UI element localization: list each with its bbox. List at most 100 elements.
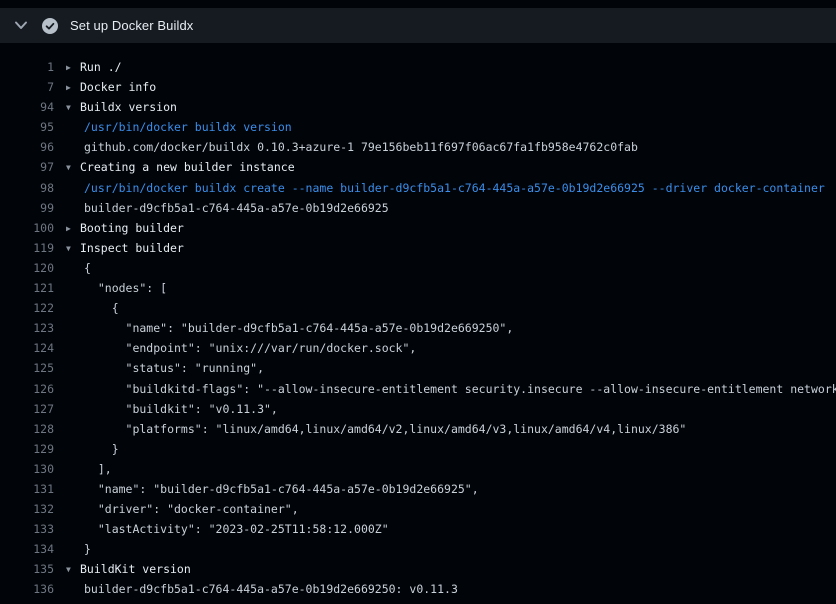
output-text: "driver": "docker-container",	[54, 499, 299, 519]
log-line: 130 ],	[0, 459, 836, 479]
line-number[interactable]: 100	[0, 218, 54, 238]
output-text: "buildkitd-flags": "--allow-insecure-ent…	[54, 379, 836, 399]
line-number[interactable]: 135	[0, 559, 54, 579]
log-line: 134 }	[0, 539, 836, 559]
line-number[interactable]: 131	[0, 479, 54, 499]
log-line: 135 ▼BuildKit version	[0, 559, 836, 579]
line-number[interactable]: 127	[0, 399, 54, 419]
log-line: 100 ▶Booting builder	[0, 218, 836, 238]
line-number[interactable]: 7	[0, 77, 54, 97]
output-text: {	[54, 298, 119, 318]
line-number[interactable]: 96	[0, 137, 54, 157]
expand-arrow-icon[interactable]: ▶	[66, 219, 80, 238]
step-title: Set up Docker Buildx	[70, 18, 193, 33]
line-number[interactable]: 133	[0, 519, 54, 539]
log-line-content[interactable]: ▶Run ./	[54, 57, 122, 77]
step-header[interactable]: Set up Docker Buildx	[0, 8, 836, 43]
group-label[interactable]: Docker info	[80, 80, 156, 94]
log-line: 121 "nodes": [	[0, 278, 836, 298]
group-label[interactable]: BuildKit version	[80, 562, 191, 576]
log-line: 97 ▼Creating a new builder instance	[0, 157, 836, 177]
line-number[interactable]: 1	[0, 57, 54, 77]
output-text: builder-d9cfb5a1-c764-445a-a57e-0b19d2e6…	[54, 198, 389, 218]
line-number[interactable]: 134	[0, 539, 54, 559]
output-text: {	[54, 258, 91, 278]
group-label[interactable]: Booting builder	[80, 221, 184, 235]
log-line: 125 "status": "running",	[0, 358, 836, 378]
log-line: 131 "name": "builder-d9cfb5a1-c764-445a-…	[0, 479, 836, 499]
log-line-content[interactable]: ▶Docker info	[54, 77, 156, 97]
command-text: /usr/bin/docker buildx create --name bui…	[54, 178, 825, 198]
line-number[interactable]: 126	[0, 379, 54, 399]
collapse-arrow-icon[interactable]: ▼	[66, 158, 80, 177]
line-number[interactable]: 124	[0, 338, 54, 358]
output-text: "endpoint": "unix:///var/run/docker.sock…	[54, 338, 416, 358]
log-line: 124 "endpoint": "unix:///var/run/docker.…	[0, 338, 836, 358]
line-number[interactable]: 128	[0, 419, 54, 439]
group-label[interactable]: Buildx version	[80, 100, 177, 114]
log-line: 126 "buildkitd-flags": "--allow-insecure…	[0, 379, 836, 399]
log-line: 99 builder-d9cfb5a1-c764-445a-a57e-0b19d…	[0, 198, 836, 218]
log-line: 95 /usr/bin/docker buildx version	[0, 117, 836, 137]
command-text: /usr/bin/docker buildx version	[54, 117, 292, 137]
log-line-content[interactable]: ▼Inspect builder	[54, 238, 184, 258]
log-line: 127 "buildkit": "v0.11.3",	[0, 399, 836, 419]
collapse-arrow-icon[interactable]: ▼	[66, 560, 80, 579]
output-text: "nodes": [	[54, 278, 167, 298]
group-label[interactable]: Inspect builder	[80, 241, 184, 255]
output-text: "status": "running",	[54, 358, 264, 378]
log-line: 94 ▼Buildx version	[0, 97, 836, 117]
log-line: 123 "name": "builder-d9cfb5a1-c764-445a-…	[0, 318, 836, 338]
expand-arrow-icon[interactable]: ▶	[66, 78, 80, 97]
line-number[interactable]: 130	[0, 459, 54, 479]
log-line: 122 {	[0, 298, 836, 318]
line-number[interactable]: 136	[0, 579, 54, 599]
log-line: 7 ▶Docker info	[0, 77, 836, 97]
log-line: 133 "lastActivity": "2023-02-25T11:58:12…	[0, 519, 836, 539]
line-number[interactable]: 123	[0, 318, 54, 338]
log-line: 119 ▼Inspect builder	[0, 238, 836, 258]
log-line: 96 github.com/docker/buildx 0.10.3+azure…	[0, 137, 836, 157]
line-number[interactable]: 122	[0, 298, 54, 318]
output-text: ],	[54, 459, 112, 479]
group-label[interactable]: Run ./	[80, 60, 122, 74]
output-text: "name": "builder-d9cfb5a1-c764-445a-a57e…	[54, 479, 479, 499]
output-text: "buildkit": "v0.11.3",	[54, 399, 278, 419]
expand-arrow-icon[interactable]: ▶	[66, 58, 80, 77]
line-number[interactable]: 121	[0, 278, 54, 298]
line-number[interactable]: 125	[0, 358, 54, 378]
log-line: 1 ▶Run ./	[0, 57, 836, 77]
collapse-arrow-icon[interactable]: ▼	[66, 98, 80, 117]
line-number[interactable]: 99	[0, 198, 54, 218]
chevron-down-icon[interactable]	[14, 21, 28, 31]
line-number[interactable]: 94	[0, 97, 54, 117]
output-text: }	[54, 439, 119, 459]
log-line: 132 "driver": "docker-container",	[0, 499, 836, 519]
line-number[interactable]: 97	[0, 157, 54, 177]
log-line: 128 "platforms": "linux/amd64,linux/amd6…	[0, 419, 836, 439]
log-line: 136 builder-d9cfb5a1-c764-445a-a57e-0b19…	[0, 579, 836, 599]
log-line-content[interactable]: ▼BuildKit version	[54, 559, 191, 579]
status-check-icon	[42, 18, 58, 34]
log-line: 120 {	[0, 258, 836, 278]
log-line: 129 }	[0, 439, 836, 459]
line-number[interactable]: 129	[0, 439, 54, 459]
line-number[interactable]: 120	[0, 258, 54, 278]
log-line-content[interactable]: ▼Buildx version	[54, 97, 177, 117]
log-viewer: 1 ▶Run ./ 7 ▶Docker info 94 ▼Buildx vers…	[0, 43, 836, 600]
output-text: "lastActivity": "2023-02-25T11:58:12.000…	[54, 519, 389, 539]
output-text: github.com/docker/buildx 0.10.3+azure-1 …	[54, 137, 638, 157]
collapse-arrow-icon[interactable]: ▼	[66, 239, 80, 258]
log-line-content[interactable]: ▼Creating a new builder instance	[54, 157, 295, 177]
output-text: "name": "builder-d9cfb5a1-c764-445a-a57e…	[54, 318, 513, 338]
group-label[interactable]: Creating a new builder instance	[80, 160, 295, 174]
output-text: builder-d9cfb5a1-c764-445a-a57e-0b19d2e6…	[54, 579, 458, 599]
output-text: }	[54, 539, 91, 559]
log-line-content[interactable]: ▶Booting builder	[54, 218, 184, 238]
line-number[interactable]: 132	[0, 499, 54, 519]
line-number[interactable]: 98	[0, 178, 54, 198]
line-number[interactable]: 119	[0, 238, 54, 258]
line-number[interactable]: 95	[0, 117, 54, 137]
output-text: "platforms": "linux/amd64,linux/amd64/v2…	[54, 419, 686, 439]
log-line: 98 /usr/bin/docker buildx create --name …	[0, 178, 836, 198]
